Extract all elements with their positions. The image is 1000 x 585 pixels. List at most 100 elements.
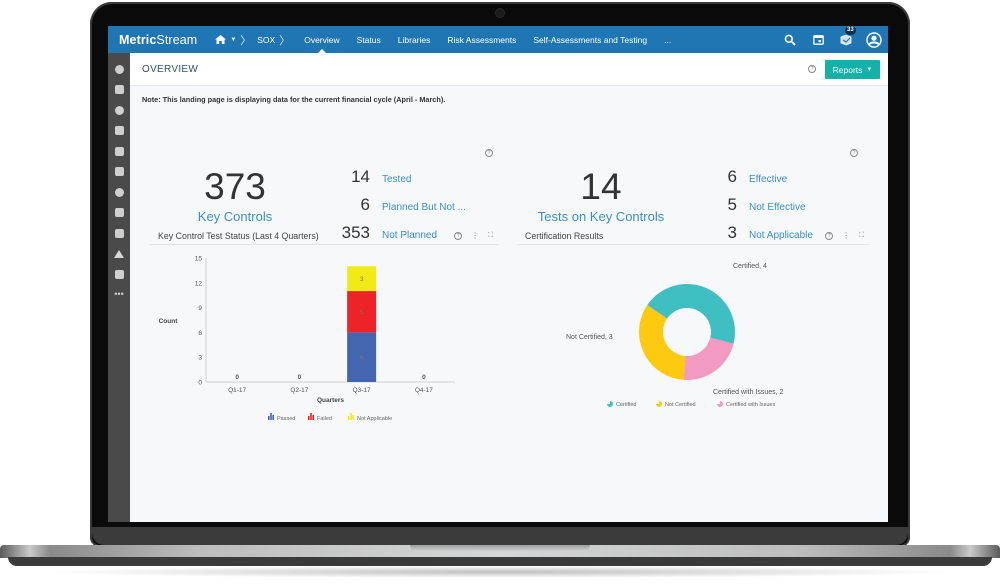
sidebar-item-library[interactable] [108, 141, 130, 162]
breadcrumb-separator-icon: 〉 [240, 34, 252, 47]
expand-icon[interactable]: ⛶ [859, 232, 864, 240]
bar-data-label: 3 [360, 276, 364, 283]
controls-icon [114, 126, 124, 136]
y-axis-title: Count [159, 318, 179, 325]
bar-total-label: 0 [235, 374, 239, 381]
x-tick-label: Q1-17 [228, 387, 246, 394]
tab-status[interactable]: Status [357, 26, 381, 53]
key-controls-help-icon[interactable]: ? [485, 149, 493, 157]
cycle-icon [114, 187, 124, 197]
bar-total-label: 0 [298, 374, 302, 381]
breadcrumb: ▼ 〉 SOX 〉 [215, 32, 296, 48]
bar-total-label: 0 [422, 374, 426, 381]
reports-dropdown-button[interactable]: Reports ▼ [825, 60, 880, 79]
document-icon [114, 208, 124, 218]
laptop-shadow [40, 566, 960, 578]
legend-label: Failed [317, 416, 332, 422]
x-tick-label: Q2-17 [290, 387, 308, 394]
help-icon[interactable]: ? [825, 232, 834, 240]
legend-item-certified-with-issues[interactable]: Certified with Issues [717, 401, 775, 408]
laptop-bezel-chin [92, 527, 908, 545]
sidebar-item-cycle[interactable] [108, 182, 130, 203]
calendar-icon[interactable] [810, 32, 826, 48]
help-icon[interactable]: ? [454, 232, 463, 240]
kpi-row-not-effective: 5 Not Effective [727, 195, 806, 214]
kpi-row-tested: 14 Tested [351, 167, 412, 186]
notifications-icon[interactable]: 33 [838, 26, 856, 48]
effective-link[interactable]: Effective [749, 174, 787, 185]
panel-title: Key Control Test Status (Last 4 Quarters… [158, 231, 319, 241]
breadcrumb-separator-icon: 〉 [279, 34, 291, 47]
legend-item-not-applicable[interactable]: Not Applicable [348, 413, 392, 422]
donut-data-label: Certified with Issues, 2 [713, 389, 784, 396]
legend-label: Certified [616, 402, 636, 408]
legend-item-not-certified[interactable]: Not Certified [656, 401, 696, 408]
sidebar-item-document[interactable] [108, 203, 130, 224]
more-options-icon[interactable]: ⋮ [842, 232, 850, 240]
sidebar-item-gallery[interactable] [108, 264, 130, 285]
tests-kpi: 14 Tests on Key Controls [526, 167, 676, 225]
panel-tools: ? ⋮ ⛶ [454, 232, 493, 240]
tests-link[interactable]: Tests on Key Controls [526, 209, 676, 224]
top-right-toolbar: 33 [782, 26, 882, 53]
legend-bar-icon [308, 416, 310, 420]
tab-more[interactable]: ... [664, 26, 671, 53]
search-icon[interactable] [782, 32, 798, 48]
legend-bar-icon [312, 415, 314, 420]
key-controls-link[interactable]: Key Controls [190, 209, 280, 224]
bar-data-label: 5 [360, 309, 364, 316]
kpi-row-planned-not-tested: 6 Planned But Not ... [360, 195, 466, 214]
not-effective-link[interactable]: Not Effective [749, 202, 806, 213]
brand-logo[interactable]: MetricStream [119, 33, 197, 47]
x-tick-label: Q3-17 [353, 387, 371, 394]
legend-bar-icon [268, 416, 270, 420]
sidebar-item-settings[interactable] [108, 100, 130, 121]
tab-risk-assessments[interactable]: Risk Assessments [447, 26, 516, 53]
tests-help-icon[interactable]: ? [850, 149, 858, 157]
y-tick-label: 3 [198, 355, 202, 362]
certification-results-panel: Certification Results ? ⋮ ⛶ Certified, 4… [517, 228, 869, 458]
tab-overview[interactable]: Overview [304, 26, 340, 53]
assessment-icon [114, 167, 124, 177]
user-avatar-icon[interactable] [866, 31, 882, 48]
sidebar-item-dashboard[interactable] [108, 59, 130, 80]
sidebar-item-reports[interactable] [108, 80, 130, 101]
planned-but-not-link[interactable]: Planned But Not ... [382, 202, 466, 213]
help-icon[interactable]: ? [808, 65, 816, 73]
legend-bar-icon [272, 415, 274, 420]
left-sidebar: ••• [108, 53, 130, 522]
legend-item-certified[interactable]: Certified [607, 401, 636, 408]
legend-item-failed[interactable]: Failed [308, 413, 332, 422]
sidebar-item-alert[interactable] [108, 244, 130, 265]
legend-item-passed[interactable]: Passed [268, 413, 295, 422]
more-options-icon[interactable]: ⋮ [471, 232, 479, 240]
tested-link[interactable]: Tested [382, 174, 411, 185]
breadcrumb-sox[interactable]: SOX [257, 35, 275, 45]
donut-slice-not-certified[interactable] [639, 305, 686, 380]
key-control-test-status-panel: Key Control Test Status (Last 4 Quarters… [150, 228, 498, 458]
laptop-base-bottom [8, 557, 992, 566]
reports-icon [114, 85, 124, 95]
home-icon[interactable] [215, 35, 227, 44]
key-controls-total: 373 [204, 166, 266, 207]
home-dropdown-caret-icon[interactable]: ▼ [230, 37, 236, 43]
sidebar-item-more[interactable]: ••• [108, 285, 130, 306]
sidebar-item-controls[interactable] [108, 121, 130, 142]
module-tabs: Overview Status Libraries Risk Assessmen… [304, 26, 688, 53]
sidebar-item-edit[interactable] [108, 223, 130, 244]
sidebar-item-assessment[interactable] [108, 162, 130, 183]
laptop-notch [410, 545, 590, 551]
expand-icon[interactable]: ⛶ [488, 232, 493, 240]
legend-label: Passed [277, 416, 295, 422]
y-tick-label: 0 [198, 380, 202, 387]
tab-libraries[interactable]: Libraries [398, 26, 431, 53]
panel-header: Key Control Test Status (Last 4 Quarters… [150, 228, 498, 245]
tab-self-assessments-testing[interactable]: Self-Assessments and Testing [533, 26, 647, 53]
y-tick-label: 15 [195, 256, 203, 263]
y-tick-label: 6 [198, 330, 202, 337]
legend-pie-icon [607, 401, 613, 407]
dashboard-icon [114, 64, 124, 74]
bar-chart: 0 3 6 9 12 15 Count Q1-17 0 Q2-17 0 Q3-17 6 5 3 Q4-17 0 Q… [159, 256, 455, 422]
panel-title: Certification Results [525, 231, 604, 241]
donut-slice-certified-with-issues[interactable] [683, 337, 734, 380]
